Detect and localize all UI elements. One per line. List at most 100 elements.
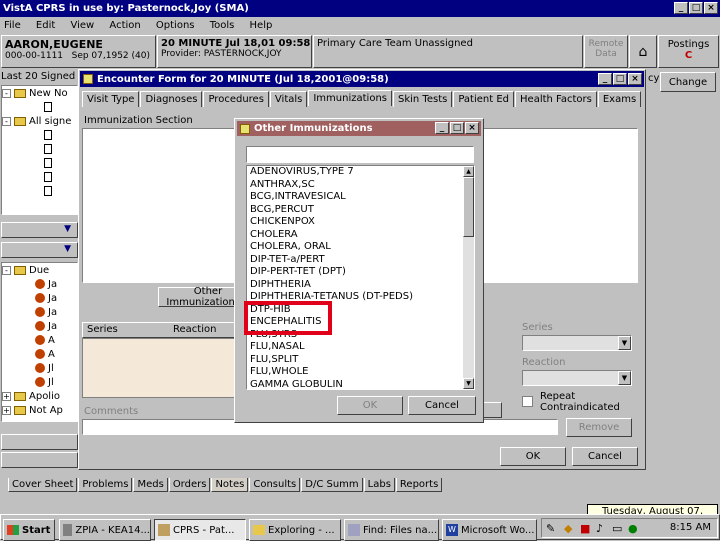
immunization-section-list[interactable] [82, 128, 237, 283]
menu-view[interactable]: View [70, 20, 94, 31]
tools-icon-button[interactable]: ⌂ [629, 35, 657, 68]
collapse-icon[interactable]: - [2, 265, 11, 275]
immunization-list-item[interactable]: BCG,INTRAVESICAL [247, 191, 474, 204]
postings-button[interactable]: Postings C [658, 35, 719, 68]
collapse-icon[interactable]: - [2, 116, 11, 126]
menu-file[interactable]: File [4, 20, 21, 31]
tree-leaf[interactable] [2, 142, 77, 156]
tray-network-icon[interactable]: ◆ [564, 522, 572, 535]
tab-immunizations[interactable]: Immunizations [308, 90, 392, 106]
dropdown-arrow-icon[interactable]: ▼ [64, 224, 71, 234]
reminder-item[interactable]: Ja [2, 291, 77, 305]
dialog-cancel-button[interactable]: Cancel [408, 396, 476, 415]
grid-body[interactable] [82, 338, 237, 398]
tree-leaf[interactable] [2, 128, 77, 142]
tree-node-not-applicable[interactable]: + Not Ap [2, 403, 77, 417]
notes-tree-bottom[interactable]: - Due Ja Ja Ja Ja A A Jl Jl + Apolio + Not … [1, 262, 78, 422]
reminder-item[interactable]: Ja [2, 305, 77, 319]
collapse-icon[interactable]: - [2, 88, 11, 98]
tab-orders[interactable]: Orders [168, 478, 211, 492]
repeat-checkbox[interactable] [522, 396, 533, 407]
tree-leaf[interactable] [2, 184, 77, 198]
tab-patient-ed[interactable]: Patient Ed [453, 91, 515, 107]
task-word[interactable]: W Microsoft Wo... [442, 519, 537, 541]
tab-procedures[interactable]: Procedures [203, 91, 269, 107]
reminder-item[interactable]: Ja [2, 277, 77, 291]
chevron-down-icon[interactable]: ▼ [618, 371, 631, 385]
immunization-list-item[interactable]: BCG,PERCUT [247, 204, 474, 217]
expand-icon[interactable]: + [2, 391, 11, 401]
tray-app-icon[interactable]: ● [628, 522, 638, 535]
main-title-bar[interactable]: VistA CPRS in use by: Pasternock,Joy (SM… [0, 0, 720, 17]
column-reaction[interactable]: Reaction [173, 324, 216, 335]
encounter-form-title-bar[interactable]: Encounter Form for 20 MINUTE (Jul 18,200… [80, 71, 644, 87]
notes-tree-top[interactable]: - New No - All signe [1, 85, 78, 215]
tree-node-due[interactable]: - Due [2, 263, 77, 277]
patient-button[interactable]: AARON,EUGENE 000-00-1111 Sep 07,1952 (40… [1, 35, 156, 68]
immunization-list-item[interactable]: DIPHTHERIA [247, 279, 474, 292]
close-icon[interactable]: × [465, 122, 479, 134]
immunization-list-right[interactable] [480, 128, 638, 283]
tab-vitals[interactable]: Vitals [269, 91, 308, 107]
dropdown-arrow-icon[interactable]: ▼ [64, 244, 71, 254]
tree-leaf[interactable] [2, 156, 77, 170]
reminder-item[interactable]: Jl [2, 361, 77, 375]
tray-speaker-icon[interactable]: ♪ [596, 522, 603, 535]
scroll-thumb[interactable] [463, 177, 474, 237]
tab-meds[interactable]: Meds [133, 478, 168, 492]
immunization-list[interactable]: ADENOVIRUS,TYPE 7 ANTHRAX,SC BCG,INTRAVESI… [246, 165, 475, 390]
task-find-files[interactable]: Find: Files na... [344, 519, 439, 541]
primary-care-team[interactable]: Primary Care Team Unassigned [313, 35, 583, 68]
remove-button[interactable]: Remove [566, 418, 632, 437]
reminder-item[interactable]: Ja [2, 319, 77, 333]
task-exploring[interactable]: Exploring - ... [249, 519, 341, 541]
tray-clock[interactable]: 8:15 AM [670, 522, 711, 533]
tree-leaf[interactable] [2, 170, 77, 184]
close-icon[interactable]: × [704, 2, 718, 14]
tab-notes[interactable]: Notes [211, 478, 249, 492]
reminder-item[interactable]: Jl [2, 375, 77, 389]
immunization-list-item[interactable]: CHOLERA [247, 229, 474, 242]
immunization-list-item[interactable]: FLU,NASAL [247, 341, 474, 354]
tab-cover-sheet[interactable]: Cover Sheet [8, 478, 78, 492]
encounter-button[interactable]: 20 MINUTE Jul 18,01 09:58 Provider: PAST… [157, 35, 312, 68]
tray-monitor-icon[interactable]: ▭ [612, 522, 622, 535]
minimize-icon[interactable]: _ [598, 73, 612, 85]
task-cprs[interactable]: CPRS - Pat... [154, 519, 246, 541]
maximize-icon[interactable]: □ [613, 73, 627, 85]
expand-icon[interactable]: + [2, 405, 11, 415]
menu-tools[interactable]: Tools [210, 20, 235, 31]
remote-data-button[interactable]: Remote Data [584, 35, 628, 68]
tree-node-applicable[interactable]: + Apolio [2, 389, 77, 403]
menu-help[interactable]: Help [250, 20, 273, 31]
close-icon[interactable]: × [628, 73, 642, 85]
immunization-list-item[interactable]: ADENOVIRUS,TYPE 7 [247, 166, 474, 179]
change-button[interactable]: Change [660, 72, 716, 92]
task-zpia[interactable]: ZPIA - KEA14... [59, 519, 151, 541]
tray-security-icon[interactable]: ■ [580, 522, 590, 535]
tree-leaf[interactable] [2, 100, 77, 114]
dialog-ok-button[interactable]: OK [337, 396, 403, 415]
immunization-list-item[interactable]: GAMMA GLOBULIN [247, 379, 474, 390]
immunization-list-item[interactable]: ANTHRAX,SC [247, 179, 474, 192]
tab-health-factors[interactable]: Health Factors [515, 91, 597, 107]
tab-skin-tests[interactable]: Skin Tests [393, 91, 453, 107]
reaction-dropdown[interactable]: ▼ [522, 370, 632, 386]
immunization-list-item[interactable]: DIP-TET-a/PERT [247, 254, 474, 267]
left-bottom-bar-1[interactable] [1, 434, 78, 450]
minimize-icon[interactable]: _ [674, 2, 688, 14]
minimize-icon[interactable]: _ [435, 122, 449, 134]
tray-tool-icon[interactable]: ✎ [546, 522, 555, 535]
scroll-up-icon[interactable]: ▲ [463, 166, 474, 177]
immunization-list-item[interactable]: FLU,WHOLE [247, 366, 474, 379]
tab-dc-summ[interactable]: D/C Summ [301, 478, 363, 492]
left-bottom-bar-2[interactable] [1, 452, 78, 468]
form-ok-button[interactable]: OK [500, 447, 566, 466]
tab-visit-type[interactable]: Visit Type [82, 91, 140, 107]
form-cancel-button[interactable]: Cancel [572, 447, 638, 466]
dialog-title-bar[interactable]: Other Immunizations _ □ × [237, 121, 481, 136]
series-dropdown[interactable]: ▼ [522, 335, 632, 351]
menu-options[interactable]: Options [156, 20, 195, 31]
tab-labs[interactable]: Labs [363, 478, 395, 492]
immunization-list-item[interactable]: FLU,SPLIT [247, 354, 474, 367]
